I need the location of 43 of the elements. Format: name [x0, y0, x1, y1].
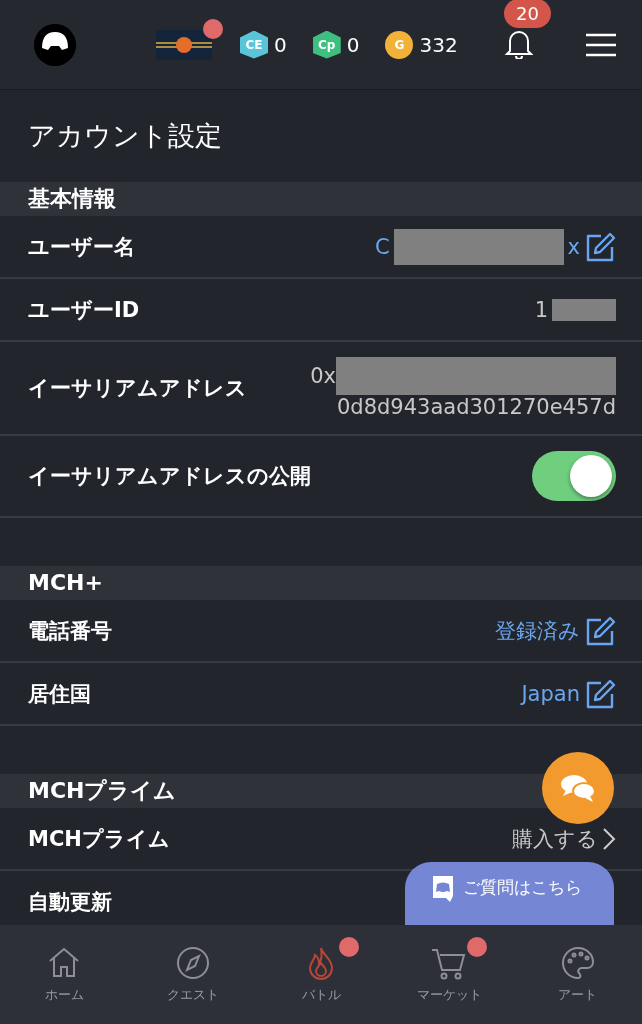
field-value: Japan	[521, 681, 580, 706]
row-label: 居住国	[28, 680, 91, 708]
row-label: ユーザー名	[28, 233, 135, 261]
nav-tab[interactable]: ホーム	[0, 925, 129, 1024]
address-text: 0d8d943aad301270e457d	[336, 395, 616, 419]
edit-icon[interactable]	[584, 614, 616, 647]
row-label: MCHプライム	[28, 825, 170, 853]
banner-icon[interactable]	[156, 29, 212, 60]
section-heading: MCH+	[0, 566, 642, 600]
user-id: 1	[534, 297, 548, 322]
currency-amount: 0	[346, 32, 360, 57]
address-text: 0x	[310, 364, 336, 388]
currency-amount: 0	[274, 32, 287, 57]
user-name: x	[567, 234, 580, 259]
page-title: アカウント設定	[27, 119, 223, 153]
nav-tab[interactable]: バトル	[256, 925, 386, 1024]
nav-tab[interactable]: クエスト	[128, 925, 257, 1024]
section-heading: 基本情報	[0, 182, 642, 216]
row-label: ユーザーID	[28, 296, 140, 324]
user-name: C	[374, 234, 390, 259]
chevron-right-icon	[602, 826, 616, 851]
palette-icon	[559, 945, 596, 981]
gem-icon: CE	[240, 30, 268, 59]
notification-count: 20	[504, 0, 551, 28]
coin-icon: G	[385, 30, 414, 59]
field-value: 登録済み	[495, 617, 580, 645]
edit-icon[interactable]	[584, 230, 616, 263]
edit-icon[interactable]	[584, 677, 616, 710]
row-label: 電話番号	[28, 617, 112, 645]
help-button[interactable]: ご質問はこちら	[405, 862, 614, 925]
chat-bubbles-icon	[560, 773, 596, 803]
menu-icon[interactable]	[586, 32, 616, 57]
toggle-switch[interactable]	[532, 451, 616, 501]
gem-icon: Cp	[312, 30, 341, 59]
row-label: イーサリアムアドレス	[28, 375, 247, 402]
nav-tab[interactable]: アート	[513, 925, 642, 1024]
helmet-logo[interactable]	[34, 23, 76, 66]
compass-icon	[174, 945, 211, 981]
purchase-link[interactable]: 購入する	[512, 824, 598, 853]
row-label: イーサリアムアドレスの公開	[28, 463, 311, 490]
nav-tab[interactable]: マーケット	[385, 925, 514, 1024]
row-label: 自動更新	[28, 888, 112, 916]
currency-amount: 332	[419, 32, 458, 57]
